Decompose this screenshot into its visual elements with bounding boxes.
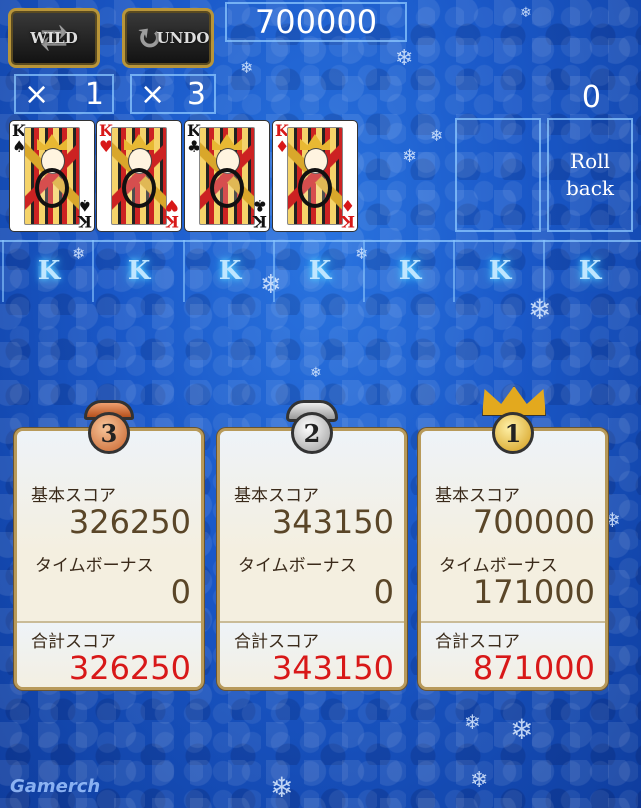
card-suit-icon: ♣ bbox=[252, 196, 267, 215]
total-score-section: 合計スコア 871000 bbox=[421, 621, 605, 687]
total-score-value: 326250 bbox=[68, 649, 191, 687]
wild-count: × 1 bbox=[14, 74, 114, 114]
base-score-value: 326250 bbox=[68, 503, 191, 541]
time-bonus-section: タイムボーナス 0 bbox=[17, 551, 201, 621]
watermark-logo: Gamerch bbox=[10, 776, 101, 797]
result-panel: 基本スコア 343150 タイムボーナス 0 合計スコア 343150 bbox=[217, 428, 407, 690]
snowflake-icon: ❄ bbox=[395, 46, 414, 71]
snowflake-icon: ❄ bbox=[402, 146, 418, 167]
wild-button-label: WILD bbox=[30, 29, 78, 47]
base-score-value: 343150 bbox=[271, 503, 394, 541]
card-corner-bottom: K ♠ bbox=[77, 196, 92, 231]
wild-count-value: 1 bbox=[84, 76, 104, 112]
rank-medal-number: 2 bbox=[303, 418, 321, 448]
column-rank-label: K bbox=[92, 240, 184, 302]
playing-card[interactable]: K ♦ K ♦ bbox=[272, 120, 358, 232]
card-corner-bottom: K ♥ bbox=[164, 196, 179, 231]
wild-button[interactable]: ⇄ WILD bbox=[8, 8, 100, 68]
total-score-section: 合計スコア 343150 bbox=[220, 621, 404, 687]
rank-medal-icon: 3 bbox=[88, 412, 130, 454]
base-score-value: 700000 bbox=[472, 503, 595, 541]
playing-card[interactable]: K ♥ K ♥ bbox=[96, 120, 182, 232]
rank-medal-icon: 2 bbox=[291, 412, 333, 454]
card-suit-icon: ♦ bbox=[340, 196, 355, 215]
current-score-value: 700000 bbox=[254, 3, 378, 41]
snowflake-icon: ❄ bbox=[464, 710, 481, 734]
total-score-value: 871000 bbox=[472, 649, 595, 687]
time-bonus-section: タイムボーナス 0 bbox=[220, 551, 404, 621]
undo-button[interactable]: ↻ UNDO bbox=[122, 8, 214, 68]
column-rank-label: K bbox=[543, 240, 635, 302]
snowflake-icon: ❄ bbox=[520, 5, 532, 21]
rollback-label-line2: back bbox=[565, 176, 615, 200]
rollback-button[interactable]: Roll back bbox=[547, 118, 633, 232]
total-score-value: 343150 bbox=[271, 649, 394, 687]
time-bonus-label: タイムボーナス bbox=[35, 556, 154, 576]
column-rank-label: K bbox=[2, 240, 94, 302]
time-bonus-value: 0 bbox=[373, 573, 394, 611]
column-rank-label: K bbox=[363, 240, 455, 302]
time-bonus-value: 171000 bbox=[472, 573, 595, 611]
rank-medal-number: 3 bbox=[100, 418, 118, 448]
column-rank-label: K bbox=[453, 240, 545, 302]
time-bonus-value: 0 bbox=[170, 573, 191, 611]
total-score-section: 合計スコア 326250 bbox=[17, 621, 201, 687]
card-corner-bottom: K ♦ bbox=[340, 196, 355, 231]
result-panel: 基本スコア 326250 タイムボーナス 0 合計スコア 326250 bbox=[14, 428, 204, 690]
snowflake-icon: ❄ bbox=[270, 771, 294, 804]
snowflake-icon: ❄ bbox=[430, 126, 444, 145]
snowflake-icon: ❄ bbox=[240, 58, 254, 77]
snowflake-icon: ❄ bbox=[470, 768, 489, 793]
playing-card[interactable]: K ♠ K ♠ bbox=[9, 120, 95, 232]
king-face-art bbox=[24, 127, 80, 225]
king-face-art bbox=[287, 127, 343, 225]
card-suit-icon: ♠ bbox=[77, 196, 92, 215]
current-score: 700000 bbox=[225, 2, 407, 42]
card-corner-bottom: K ♣ bbox=[252, 196, 267, 231]
time-bonus-section: タイムボーナス 171000 bbox=[421, 551, 605, 621]
undo-count-value: 3 bbox=[186, 76, 206, 112]
rank-medal-icon: 1 bbox=[492, 412, 534, 454]
wild-count-times: × bbox=[24, 76, 50, 112]
playing-card[interactable]: K ♣ K ♣ bbox=[184, 120, 270, 232]
column-rank-label: K bbox=[183, 240, 275, 302]
king-face-art bbox=[111, 127, 167, 225]
undo-button-label: UNDO bbox=[156, 29, 210, 47]
king-face-art bbox=[199, 127, 255, 225]
rank-medal-number: 1 bbox=[504, 418, 522, 448]
result-panel: 基本スコア 700000 タイムボーナス 171000 合計スコア 871000 bbox=[418, 428, 608, 690]
column-rank-label: K bbox=[273, 240, 365, 302]
card-slot-5[interactable] bbox=[455, 118, 541, 232]
time-bonus-label: タイムボーナス bbox=[238, 556, 357, 576]
right-counter: 0 bbox=[581, 80, 601, 115]
undo-count-times: × bbox=[140, 76, 166, 112]
rollback-label-line1: Roll bbox=[570, 149, 610, 173]
card-suit-icon: ♥ bbox=[164, 196, 179, 215]
undo-count: × 3 bbox=[130, 74, 216, 114]
snowflake-icon: ❄ bbox=[510, 713, 534, 746]
snowflake-icon: ❄ bbox=[310, 365, 322, 381]
